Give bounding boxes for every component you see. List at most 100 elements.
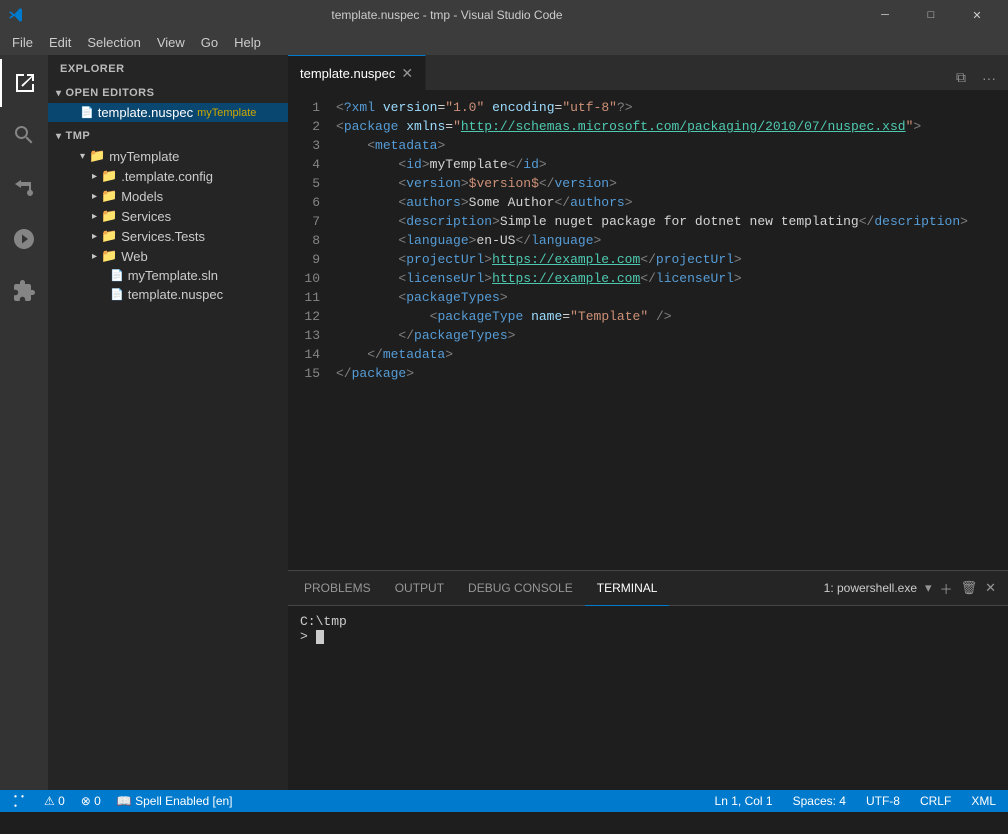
tree-label-services: Services: [121, 209, 171, 224]
tree-item-services[interactable]: ▸ 📁 Services: [48, 206, 288, 226]
menu-edit[interactable]: Edit: [41, 32, 79, 53]
status-line-ending[interactable]: CRLF: [916, 794, 955, 808]
tree-arrow-web: ▸: [92, 251, 97, 262]
tree-arrow-template-config: ▸: [92, 171, 97, 182]
tree-label-web: Web: [121, 249, 148, 264]
tab-template-nuspec[interactable]: template.nuspec ✕: [288, 55, 426, 90]
terminal-cursor: [316, 630, 324, 644]
terminal-add-icon[interactable]: ＋: [940, 579, 953, 598]
terminal-prompt-line: C:\tmp: [300, 614, 996, 629]
menu-help[interactable]: Help: [226, 32, 269, 53]
sidebar: Explorer ▾ Open Editors 📄 template.nuspe…: [48, 55, 288, 790]
tree-item-myTemplate[interactable]: ▾ 📁 myTemplate: [48, 146, 288, 166]
line-numbers: 1 2 3 4 5 6 7 8 9 10 11 12 13 14 15: [288, 90, 328, 570]
vscode-icon: [8, 7, 24, 23]
activity-bar: [0, 55, 48, 790]
terminal-trash-icon[interactable]: 🗑: [961, 580, 978, 596]
tree-arrow-services-tests: ▸: [92, 231, 97, 242]
tree-label-sln: myTemplate.sln: [128, 268, 218, 283]
terminal-tab-terminal[interactable]: TERMINAL: [585, 571, 670, 606]
minimize-button[interactable]: ─: [862, 0, 908, 30]
statusbar-right: Ln 1, Col 1 Spaces: 4 UTF-8 CRLF XML: [711, 794, 1000, 808]
more-actions-icon[interactable]: ···: [978, 66, 1000, 90]
tab-filename: template.nuspec: [300, 66, 395, 81]
folder-icon-web: 📁: [101, 248, 117, 264]
status-spell[interactable]: 📖 Spell Enabled [en]: [113, 794, 237, 808]
menu-view[interactable]: View: [149, 32, 193, 53]
open-editor-item[interactable]: 📄 template.nuspec myTemplate: [48, 103, 288, 122]
activity-explorer[interactable]: [0, 59, 48, 107]
close-button[interactable]: ✕: [954, 0, 1000, 30]
menubar: File Edit Selection View Go Help: [0, 30, 1008, 55]
open-editors-chevron: ▾: [56, 88, 62, 99]
code-editor[interactable]: 1 2 3 4 5 6 7 8 9 10 11 12 13 14 15 <?xm…: [288, 90, 1008, 570]
tree-label-template-config: .template.config: [121, 169, 213, 184]
activity-search[interactable]: [0, 111, 48, 159]
menu-file[interactable]: File: [4, 32, 41, 53]
terminal-area: PROBLEMS OUTPUT DEBUG CONSOLE TERMINAL 1…: [288, 570, 1008, 790]
terminal-shell-name: 1: powershell.exe: [824, 581, 917, 595]
status-git-branch[interactable]: [8, 794, 32, 809]
status-warnings[interactable]: ⚠ 0: [40, 794, 69, 808]
terminal-cursor-line: >: [300, 629, 996, 644]
terminal-tab-problems[interactable]: PROBLEMS: [292, 571, 383, 606]
status-errors[interactable]: ⊗ 0: [77, 794, 105, 808]
folder-icon-template-config: 📁: [101, 168, 117, 184]
sidebar-title: Explorer: [48, 55, 288, 83]
terminal-shell-dropdown[interactable]: ▾: [925, 580, 932, 596]
file-icon: 📄: [80, 106, 94, 119]
tree-label-services-tests: Services.Tests: [121, 229, 205, 244]
editor-area: template.nuspec ✕ ⧉ ··· 1 2 3 4 5 6 7: [288, 55, 1008, 790]
folder-icon-myTemplate: 📁: [89, 148, 105, 164]
tree-label-myTemplate: myTemplate: [109, 149, 179, 164]
tab-actions: ⧉ ···: [944, 65, 1008, 90]
activity-extensions[interactable]: [0, 267, 48, 315]
terminal-tab-debug-console[interactable]: DEBUG CONSOLE: [456, 571, 585, 606]
terminal-tab-right-controls: 1: powershell.exe ▾ ＋ 🗑 ✕: [824, 579, 1004, 598]
folder-icon-services: 📁: [101, 208, 117, 224]
tree-label-nuspec: template.nuspec: [128, 287, 223, 302]
tree-label-models: Models: [121, 189, 163, 204]
terminal-tab-output[interactable]: OUTPUT: [383, 571, 456, 606]
split-editor-icon[interactable]: ⧉: [952, 65, 970, 90]
tree-item-models[interactable]: ▸ 📁 Models: [48, 186, 288, 206]
open-editor-filename: template.nuspec: [98, 105, 193, 120]
tmp-label: TMP: [66, 130, 91, 142]
open-editor-badge: myTemplate: [197, 107, 256, 119]
tree-item-nuspec[interactable]: 📄 template.nuspec: [48, 285, 288, 304]
tabs-bar: template.nuspec ✕ ⧉ ···: [288, 55, 1008, 90]
terminal-tabs: PROBLEMS OUTPUT DEBUG CONSOLE TERMINAL 1…: [288, 571, 1008, 606]
statusbar-left: ⚠ 0 ⊗ 0 📖 Spell Enabled [en]: [8, 794, 237, 809]
tree-arrow-models: ▸: [92, 191, 97, 202]
content-area: Explorer ▾ Open Editors 📄 template.nuspe…: [0, 55, 1008, 790]
open-editors-section[interactable]: ▾ Open Editors: [48, 83, 288, 103]
tree-item-template-config[interactable]: ▸ 📁 .template.config: [48, 166, 288, 186]
activity-debug[interactable]: [0, 215, 48, 263]
terminal-content[interactable]: C:\tmp >: [288, 606, 1008, 790]
status-encoding[interactable]: UTF-8: [862, 794, 904, 808]
terminal-close-icon[interactable]: ✕: [985, 580, 996, 596]
maximize-button[interactable]: □: [908, 0, 954, 30]
activity-git[interactable]: [0, 163, 48, 211]
status-cursor-position[interactable]: Ln 1, Col 1: [711, 794, 777, 808]
menu-selection[interactable]: Selection: [79, 32, 148, 53]
tree-item-sln[interactable]: 📄 myTemplate.sln: [48, 266, 288, 285]
window-title: template.nuspec - tmp - Visual Studio Co…: [32, 8, 862, 22]
file-icon-nuspec: 📄: [110, 288, 124, 301]
open-editors-label: Open Editors: [66, 87, 155, 99]
tmp-section[interactable]: ▾ TMP: [48, 126, 288, 146]
tmp-chevron: ▾: [56, 131, 62, 142]
folder-icon-models: 📁: [101, 188, 117, 204]
tab-close-icon[interactable]: ✕: [401, 65, 413, 82]
status-spaces[interactable]: Spaces: 4: [789, 794, 850, 808]
tree-item-web[interactable]: ▸ 📁 Web: [48, 246, 288, 266]
tree-item-services-tests[interactable]: ▸ 📁 Services.Tests: [48, 226, 288, 246]
status-language[interactable]: XML: [967, 794, 1000, 808]
folder-icon-services-tests: 📁: [101, 228, 117, 244]
tree-arrow-services: ▸: [92, 211, 97, 222]
statusbar: ⚠ 0 ⊗ 0 📖 Spell Enabled [en] Ln 1, Col 1…: [0, 790, 1008, 812]
code-content[interactable]: <?xml version="1.0" encoding="utf-8"?> <…: [328, 90, 1008, 570]
menu-go[interactable]: Go: [193, 32, 226, 53]
window-controls: ─ □ ✕: [862, 0, 1000, 30]
file-icon-sln: 📄: [110, 269, 124, 282]
